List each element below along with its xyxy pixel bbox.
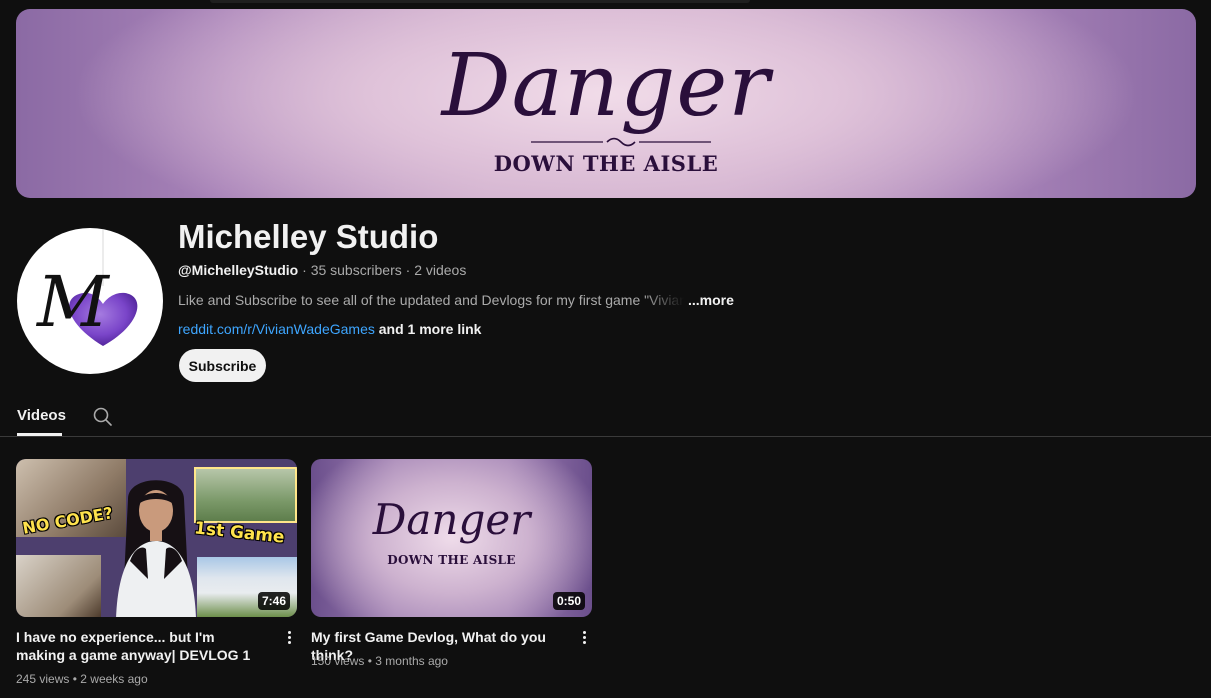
upload-age: 2 weeks ago — [80, 672, 148, 686]
video-meta: 150 views • 3 months ago — [311, 654, 448, 668]
subscriber-count: 35 subscribers — [310, 262, 402, 278]
video-meta: 245 views • 2 weeks ago — [16, 672, 148, 686]
description-more-button[interactable]: ...more — [688, 292, 734, 308]
view-count: 245 views — [16, 672, 70, 686]
channel-banner: Danger DOWN THE AISLE — [16, 9, 1196, 198]
channel-meta: @MichelleyStudio · 35 subscribers · 2 vi… — [178, 262, 466, 278]
video-duration: 7:46 — [257, 592, 290, 610]
channel-description[interactable]: Like and Subscribe to see all of the upd… — [178, 292, 684, 308]
video-count: 2 videos — [414, 262, 467, 278]
svg-text:M: M — [35, 261, 111, 343]
thumbnail-title: Danger — [372, 495, 531, 544]
view-count: 150 views — [311, 654, 365, 668]
channel-handle: @MichelleyStudio — [178, 262, 299, 278]
banner-subtitle: DOWN THE AISLE — [493, 151, 719, 176]
flourish-icon — [531, 137, 711, 147]
meta-dot: • — [367, 654, 372, 668]
video-thumbnail[interactable]: Danger DOWN THE AISLE 0:50 — [311, 459, 592, 617]
video-card[interactable]: Danger DOWN THE AISLE 0:50 My first Game… — [311, 459, 592, 668]
meta-dot: • — [72, 672, 77, 686]
channel-links: reddit.com/r/VivianWadeGames and 1 more … — [178, 321, 481, 337]
meta-separator: · — [302, 262, 307, 278]
video-thumbnail[interactable]: NO CODE? 1st Game 7:46 — [16, 459, 297, 617]
thumbnail-subtitle: DOWN THE AISLE — [387, 553, 516, 567]
channel-avatar[interactable]: M — [17, 228, 163, 374]
more-links-button[interactable]: and 1 more link — [379, 321, 482, 337]
thumbnail-garden-image — [194, 467, 297, 523]
external-link[interactable]: reddit.com/r/VivianWadeGames — [178, 321, 375, 337]
channel-tabs: Videos — [0, 395, 1211, 437]
video-duration: 0:50 — [552, 592, 585, 610]
meta-separator: · — [405, 262, 411, 278]
banner-title: Danger — [441, 36, 771, 136]
masthead-edge — [210, 0, 750, 3]
search-icon[interactable] — [92, 406, 112, 426]
more-options-icon[interactable] — [281, 629, 297, 647]
subscribe-button[interactable]: Subscribe — [179, 349, 266, 382]
tab-videos[interactable]: Videos — [17, 407, 66, 424]
thumbnail-person-image — [116, 480, 196, 617]
channel-description-row[interactable]: Like and Subscribe to see all of the upd… — [178, 292, 734, 308]
channel-name: Michelley Studio — [178, 218, 439, 255]
active-tab-indicator — [17, 433, 62, 436]
video-card[interactable]: NO CODE? 1st Game 7:46 I have no experie… — [16, 459, 297, 686]
upload-age: 3 months ago — [375, 654, 448, 668]
thumbnail-stairs-image — [16, 555, 101, 617]
channel-page: Danger DOWN THE AISLE M Michelley Studio… — [0, 0, 1211, 698]
more-options-icon[interactable] — [576, 629, 592, 647]
avatar-logo-icon: M — [35, 228, 138, 346]
video-title[interactable]: I have no experience... but I'm making a… — [16, 628, 266, 664]
